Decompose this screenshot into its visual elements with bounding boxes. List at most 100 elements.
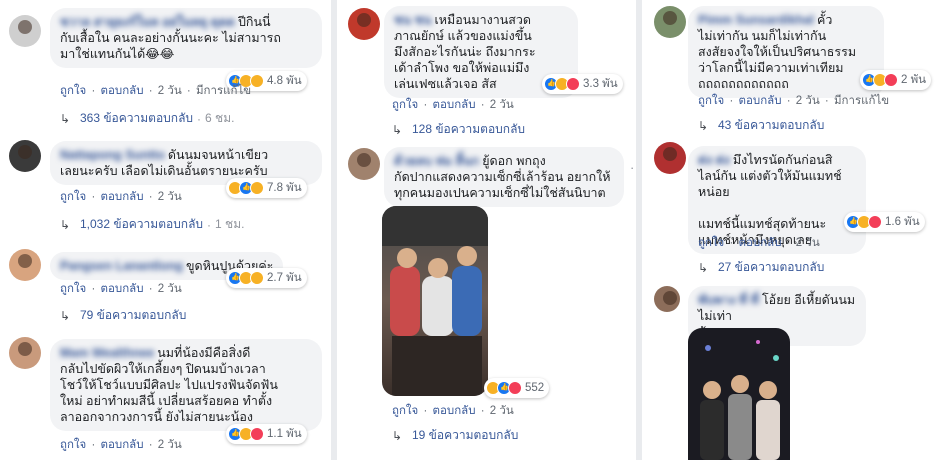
replies-count[interactable]: 1,032 ข้อความตอบกลับ [80, 215, 203, 234]
photo-image [382, 206, 488, 396]
comment-time[interactable]: 2 วัน [158, 439, 182, 451]
reply-link[interactable]: ตอบกลับ [101, 191, 144, 203]
avatar[interactable] [9, 337, 41, 369]
reaction-summary[interactable]: 1.6 พัน [844, 212, 925, 232]
edited-label[interactable]: มีการแก้ไข [196, 85, 251, 97]
reply-link[interactable]: ตอบกลับ [739, 237, 782, 249]
like-link[interactable]: ถูกใจ [392, 99, 418, 111]
reply-arrow-icon: ↳ [698, 118, 709, 133]
view-replies-link[interactable]: ↳ 363 ข้อความตอบกลับ · 6 ชม. [60, 109, 234, 128]
like-link[interactable]: ถูกใจ [60, 191, 86, 203]
comment-author[interactable]: Mam Wealthnee [60, 346, 154, 360]
reply-link[interactable]: ตอบกลับ [433, 99, 476, 111]
comment-author[interactable]: Nattapong Suntto [60, 148, 165, 162]
comment-actions: ถูกใจ · ตอบกลับ · 2 วัน [60, 191, 182, 203]
sad-reaction-icon [250, 181, 264, 195]
comment-time[interactable]: 2 วัน [158, 85, 182, 97]
comment-bubble: Pimm Sunsardikhal คั้ว ไม่เท่ากัน นมก็ไม่… [688, 6, 884, 98]
reply-arrow-icon: ↳ [698, 260, 709, 275]
comment-author[interactable]: ชน ชน [394, 13, 432, 27]
edited-label[interactable]: มีการแก้ไข [834, 95, 889, 107]
reaction-count: 552 [525, 382, 545, 394]
like-link[interactable]: ถูกใจ [698, 95, 724, 107]
comment-author[interactable]: ชวาล สายุยงร์ในห อย่ในหยุ ดุดด [60, 15, 235, 29]
avatar[interactable] [654, 6, 686, 38]
view-replies-link[interactable]: ↳ 79 ข้อความตอบกลับ [60, 306, 186, 325]
view-replies-link[interactable]: ↳ 19 ข้อความตอบกลับ [392, 426, 518, 445]
reply-link[interactable]: ตอบกลับ [101, 283, 144, 295]
comment-actions: ถูกใจ · ตอบกลับ · 2 วัน [60, 439, 182, 451]
comment-bubble: ด้วยลบ ห่ม สิ้นก ยู้ดอก พกถุง กัดปากแสดงค… [384, 147, 624, 207]
reply-arrow-icon: ↳ [392, 122, 403, 137]
reaction-summary[interactable]: 552 [484, 378, 550, 398]
reply-link[interactable]: ตอบกลับ [101, 85, 144, 97]
comment-time[interactable]: 2 วัน [158, 191, 182, 203]
avatar[interactable] [654, 286, 680, 312]
reaction-summary[interactable]: 7.8 พัน [226, 178, 307, 198]
avatar[interactable] [348, 148, 380, 180]
comment-actions: ถูกใจ · ตอบกลับ · 2 วัน · มีการแก้ไข [698, 95, 890, 107]
comment-actions: ถูกใจ · ตอบกลับ · 2 วัน [698, 237, 820, 249]
comment-author[interactable]: พับพาง ที่ ที่ [698, 293, 759, 307]
replies-count[interactable]: 363 ข้อความตอบกลับ [80, 109, 193, 128]
replies-count[interactable]: 128 ข้อความตอบกลับ [412, 120, 525, 139]
replies-time: 1 ชม. [215, 217, 245, 231]
comment-actions: ถูกใจ · ตอบกลับ · 2 วัน [392, 99, 514, 111]
comment-time[interactable]: 2 วัน [796, 95, 820, 107]
love-reaction-icon [508, 381, 522, 395]
comment-time[interactable]: 2 วัน [158, 283, 182, 295]
avatar[interactable] [348, 8, 380, 40]
reply-arrow-icon: ↳ [60, 308, 71, 323]
comment-time[interactable]: 2 วัน [490, 99, 514, 111]
comment-actions: ถูกใจ · ตอบกลับ · 2 วัน · มีการแก้ไข [60, 85, 252, 97]
comment-photo[interactable] [382, 206, 488, 396]
like-link[interactable]: ถูกใจ [392, 405, 418, 417]
replies-count[interactable]: 27 ข้อความตอบกลับ [718, 258, 824, 277]
like-link[interactable]: ถูกใจ [60, 85, 86, 97]
avatar[interactable] [9, 15, 41, 47]
comment-column-3: Pimm Sunsardikhal คั้ว ไม่เท่ากัน นมก็ไม่… [642, 0, 946, 460]
replies-count[interactable]: 79 ข้อความตอบกลับ [80, 306, 186, 325]
reply-link[interactable]: ตอบกลับ [433, 405, 476, 417]
view-replies-link[interactable]: ↳ 128 ข้อความตอบกลับ [392, 120, 525, 139]
like-link[interactable]: ถูกใจ [698, 237, 724, 249]
love-reaction-icon [566, 77, 580, 91]
column-divider [331, 0, 337, 460]
reply-link[interactable]: ตอบกลับ [101, 439, 144, 451]
reply-arrow-icon: ↳ [60, 217, 71, 232]
like-link[interactable]: ถูกใจ [60, 283, 86, 295]
reaction-summary[interactable]: 2.7 พัน [226, 268, 307, 288]
love-reaction-icon [884, 73, 898, 87]
comment-time[interactable]: 2 วัน [490, 405, 514, 417]
replies-time: 6 ชม. [205, 111, 235, 125]
comment-column-1: ชวาล สายุยงร์ในห อย่ในหยุ ดุดด ปีกินนี่ ก… [0, 0, 330, 460]
avatar[interactable] [9, 249, 41, 281]
reply-link[interactable]: ตอบกลับ [739, 95, 782, 107]
view-replies-link[interactable]: ↳ 43 ข้อความตอบกลับ [698, 116, 824, 135]
replies-count[interactable]: 43 ข้อความตอบกลับ [718, 116, 824, 135]
view-replies-link[interactable]: ↳ 27 ข้อความตอบกลับ [698, 258, 824, 277]
photo-image [688, 328, 790, 460]
reaction-count: 2.7 พัน [267, 272, 302, 284]
reaction-summary[interactable]: 2 พัน [860, 70, 932, 90]
comment-time[interactable]: 2 วัน [796, 237, 820, 249]
comment-column-2: ชน ชน เหมือนมางานสวด ภาณยักษ์ แล้วของแม่ง… [338, 0, 636, 460]
reaction-summary[interactable]: 1.1 พัน [226, 424, 307, 444]
comment-photo[interactable] [688, 328, 790, 460]
love-reaction-icon [868, 215, 882, 229]
comment-author[interactable]: Pangsen Lanantlong [60, 259, 183, 273]
comment-author[interactable]: ต่ง ต่ง [698, 153, 730, 167]
avatar[interactable] [9, 140, 41, 172]
comment-actions: ถูกใจ · ตอบกลับ · 2 วัน [60, 283, 182, 295]
avatar[interactable] [654, 142, 686, 174]
sad-reaction-icon [250, 271, 264, 285]
comment-author[interactable]: ด้วยลบ ห่ม สิ้นก [394, 154, 479, 168]
like-link[interactable]: ถูกใจ [60, 439, 86, 451]
comment-author[interactable]: Pimm Sunsardikhal [698, 13, 814, 27]
comment-bubble: Mam Wealthnee นมที่น้องมีคือสิ่งดี กลับไป… [50, 339, 322, 431]
reaction-summary[interactable]: 3.3 พัน [542, 74, 623, 94]
view-replies-link[interactable]: ↳ 1,032 ข้อความตอบกลับ · 1 ชม. [60, 215, 244, 234]
replies-count[interactable]: 19 ข้อความตอบกลับ [412, 426, 518, 445]
comment-text: มึงไทรนัดกันก่อนสิ ไลน์กัน แต่งตัวให้มัน… [698, 153, 842, 247]
comment-bubble: ชวาล สายุยงร์ในห อย่ในหยุ ดุดด ปีกินนี่ ก… [50, 8, 322, 68]
